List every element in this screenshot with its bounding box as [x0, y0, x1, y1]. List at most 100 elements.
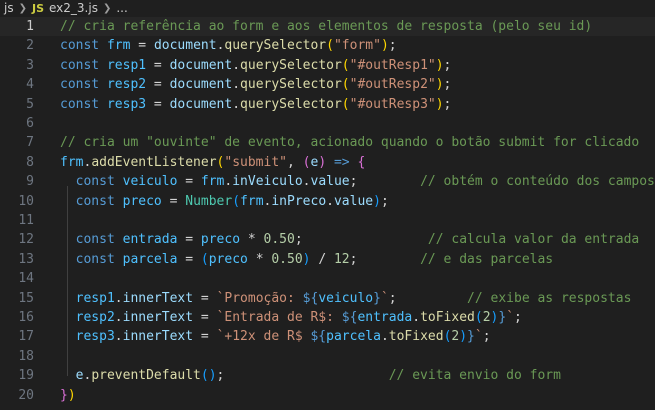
line-number: 11: [18, 213, 34, 228]
code-line[interactable]: 3 const resp1 = document.querySelector("#…: [0, 56, 655, 75]
code-token: (: [341, 77, 350, 93]
code-token: "submit": [224, 154, 287, 170]
code-text[interactable]: // cria um "ouvinte" de evento, acionado…: [60, 133, 639, 152]
code-line[interactable]: 9 const veiculo = frm.inVeiculo.value; /…: [0, 172, 655, 191]
code-token: (): [200, 368, 217, 384]
code-token: // cria referência ao form e aos element…: [60, 19, 593, 34]
code-text[interactable]: // cria referência ao form e aos element…: [60, 17, 592, 36]
breadcrumb-file[interactable]: ex2_3.js: [49, 1, 98, 15]
code-text[interactable]: const frm = document.querySelector("form…: [60, 36, 397, 55]
code-token: ): [67, 387, 76, 403]
code-text[interactable]: const resp2 = document.querySelector("#o…: [60, 75, 451, 94]
breadcrumb-folder[interactable]: js: [4, 1, 14, 15]
line-number: 2: [26, 38, 34, 54]
code-line[interactable]: 7 // cria um "ouvinte" de evento, acionad…: [0, 133, 655, 152]
code-editor[interactable]: 1 // cria referência ao form e aos elemen…: [0, 16, 655, 410]
code-token: preco: [200, 232, 241, 248]
code-line[interactable]: 2 const frm = document.querySelector("for…: [0, 36, 655, 55]
code-line[interactable]: 5 const resp3 = document.querySelector("#…: [0, 95, 655, 114]
line-number: 12: [18, 232, 34, 248]
code-text[interactable]: const preco = Number(frm.inPreco.value);: [60, 192, 389, 211]
code-token: document: [169, 57, 233, 73]
code-token: .: [302, 174, 311, 190]
code-token: ;: [443, 96, 452, 112]
code-line[interactable]: 20}): [0, 386, 655, 405]
code-token: ;: [388, 38, 397, 54]
code-text[interactable]: resp1.innerText = `Promoção: ${veiculo}`…: [60, 289, 632, 308]
code-line[interactable]: 18: [0, 347, 655, 366]
code-token: .: [232, 96, 241, 112]
code-line[interactable]: 4 const resp2 = document.querySelector("#…: [0, 75, 655, 94]
code-token: innerText: [122, 310, 194, 325]
line-number: 6: [26, 116, 34, 131]
code-token: entrada: [357, 310, 413, 325]
code-text[interactable]: const parcela = (preco * 0.50) / 12; // …: [60, 250, 554, 269]
code-token: entrada: [122, 232, 178, 248]
code-text[interactable]: resp3.innerText = `+12x de R$ ${parcela.…: [60, 327, 491, 346]
code-token: `: [380, 290, 389, 306]
code-line[interactable]: 1 // cria referência ao form e aos elemen…: [0, 17, 655, 37]
code-line[interactable]: 13 const parcela = (preco * 0.50) / 12; …: [0, 250, 655, 269]
code-text[interactable]: }): [60, 386, 76, 405]
breadcrumb: js ❯ JS ex2_3.js ❯ ...: [0, 0, 655, 16]
code-token: }: [373, 290, 381, 306]
code-line[interactable]: 10 const preco = Number(frm.inPreco.valu…: [0, 192, 655, 211]
code-text[interactable]: const veiculo = frm.inVeiculo.value; // …: [60, 172, 655, 191]
breadcrumb-more[interactable]: ...: [116, 1, 127, 15]
code-line[interactable]: 8 frm.addEventListener("submit", (e) => {: [0, 153, 655, 172]
code-text[interactable]: resp2.innerText = `Entrada de R$: ${entr…: [60, 308, 522, 327]
code-line[interactable]: 11: [0, 211, 655, 230]
code-token: ;: [482, 329, 491, 345]
code-token: ;: [443, 77, 452, 93]
code-line[interactable]: 16 resp2.innerText = `Entrada de R$: ${e…: [0, 308, 655, 327]
code-token: ): [302, 251, 311, 267]
code-token: .: [114, 329, 123, 345]
code-token: "#outResp2": [349, 77, 436, 93]
code-token: ;: [443, 57, 452, 73]
code-token: value: [310, 174, 350, 190]
code-token: const: [60, 193, 123, 209]
code-line[interactable]: 14: [0, 269, 655, 288]
code-token: ${: [310, 329, 327, 345]
code-line[interactable]: 6: [0, 114, 655, 133]
code-token: =: [146, 57, 170, 73]
code-token: }: [498, 310, 507, 325]
code-token: *: [247, 251, 272, 267]
code-token: 12: [333, 251, 350, 267]
code-line[interactable]: 19 e.preventDefault(); // evita envio do…: [0, 366, 655, 385]
code-token: ;: [380, 193, 389, 209]
code-token: ): [380, 38, 389, 54]
code-token: (: [474, 310, 483, 325]
code-text[interactable]: frm.addEventListener("submit", (e) => {: [60, 153, 365, 172]
code-token: =>: [326, 154, 358, 170]
code-token: =: [193, 310, 217, 325]
code-text[interactable]: const resp1 = document.querySelector("#o…: [60, 56, 451, 75]
code-token: 0.50: [271, 251, 303, 267]
code-text[interactable]: e.preventDefault(); // evita envio do fo…: [60, 366, 561, 385]
code-token: ${: [341, 310, 358, 325]
line-number: 15: [18, 290, 34, 306]
code-token: .: [412, 310, 421, 325]
code-line[interactable]: 15 resp1.innerText = `Promoção: ${veicul…: [0, 289, 655, 308]
code-token: document: [169, 77, 233, 93]
code-token: // cria um "ouvinte" de evento, acionado…: [60, 135, 640, 151]
line-number: 7: [26, 135, 34, 151]
code-token: "#outResp3": [349, 96, 436, 112]
code-line[interactable]: 12 const entrada = preco * 0.50; // calc…: [0, 230, 655, 249]
code-token: resp2: [106, 77, 147, 93]
code-token: `: [474, 329, 483, 345]
code-token: ;: [514, 310, 522, 325]
code-text[interactable]: const entrada = preco * 0.50; // calcula…: [60, 230, 640, 249]
code-token: ): [435, 77, 444, 93]
code-token: =: [177, 251, 201, 267]
code-token: preventDefault: [91, 368, 201, 384]
code-token: ;: [388, 290, 397, 306]
code-token: ): [459, 329, 468, 345]
code-line[interactable]: 17 resp3.innerText = `+12x de R$ ${parce…: [0, 327, 655, 346]
code-token: innerText: [122, 290, 194, 306]
code-text[interactable]: const resp3 = document.querySelector("#o…: [60, 95, 451, 114]
chevron-right-icon: ❯: [102, 2, 112, 14]
code-token: `Promoção:: [216, 290, 303, 306]
code-token: const: [60, 77, 107, 93]
code-token: const: [60, 174, 123, 190]
